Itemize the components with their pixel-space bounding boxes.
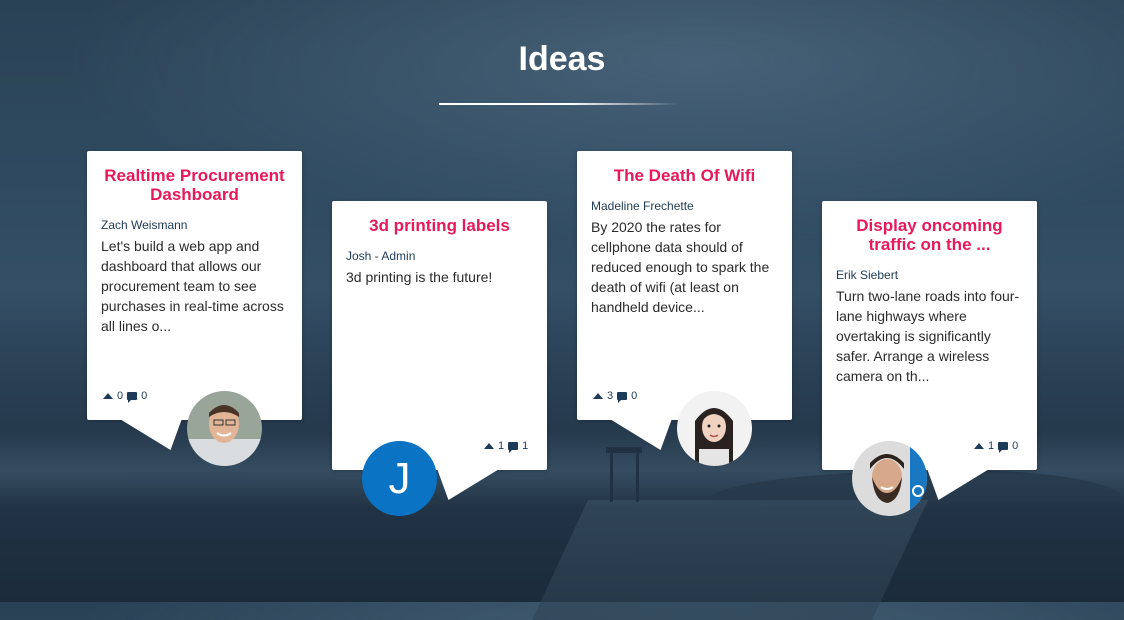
idea-card-1[interactable]: Realtime Procurement Dashboard Zach Weis…: [87, 151, 302, 420]
title-underline: [439, 103, 679, 105]
comment-icon[interactable]: [127, 392, 138, 403]
comment-count: 1: [522, 440, 529, 452]
idea-card-4[interactable]: Display oncoming traffic on the ... Erik…: [822, 201, 1037, 470]
background-tower-leg: [636, 452, 639, 502]
avatar-initial: J: [388, 453, 411, 503]
idea-title[interactable]: The Death Of Wifi: [577, 151, 792, 185]
idea-author[interactable]: Madeline Frechette: [591, 199, 778, 213]
idea-stats: 1 1: [484, 440, 529, 453]
upvote-count: 1: [988, 440, 995, 452]
idea-description: By 2020 the rates for cellphone data sho…: [591, 219, 770, 315]
upvote-icon[interactable]: [974, 443, 984, 449]
upvote-count: 0: [117, 390, 124, 402]
comment-icon[interactable]: [998, 442, 1009, 453]
speech-tail: [927, 470, 999, 500]
upvote-icon[interactable]: [593, 393, 603, 399]
idea-description: 3d printing is the future!: [346, 269, 493, 285]
idea-author[interactable]: Josh - Admin: [346, 249, 533, 263]
background-pier: [532, 500, 928, 620]
idea-author[interactable]: Erik Siebert: [836, 268, 1023, 282]
avatar[interactable]: J: [362, 441, 437, 516]
avatar[interactable]: [187, 391, 262, 466]
speech-tail: [600, 420, 672, 450]
idea-title[interactable]: Display oncoming traffic on the ...: [822, 201, 1037, 254]
page-title: Ideas: [518, 40, 606, 78]
avatar[interactable]: [852, 441, 927, 516]
idea-description: Turn two-lane roads into four-lane highw…: [836, 288, 1020, 384]
idea-stats: 1 0: [974, 440, 1019, 453]
comment-count: 0: [1012, 440, 1019, 452]
avatar[interactable]: [677, 391, 752, 466]
comment-icon[interactable]: [508, 442, 519, 453]
idea-title[interactable]: Realtime Procurement Dashboard: [87, 151, 302, 204]
idea-stats: 0 0: [103, 390, 148, 403]
idea-card-3[interactable]: The Death Of Wifi Madeline Frechette By …: [577, 151, 792, 420]
upvote-icon[interactable]: [484, 443, 494, 449]
speech-tail: [437, 470, 509, 500]
idea-author[interactable]: Zach Weismann: [101, 218, 288, 232]
upvote-icon[interactable]: [103, 393, 113, 399]
comment-count: 0: [141, 390, 148, 402]
background-tower-leg: [610, 452, 613, 502]
upvote-count: 3: [607, 390, 614, 402]
idea-title[interactable]: 3d printing labels: [332, 201, 547, 235]
idea-card-2[interactable]: 3d printing labels Josh - Admin 3d print…: [332, 201, 547, 470]
idea-description: Let's build a web app and dashboard that…: [101, 238, 284, 334]
idea-stats: 3 0: [593, 390, 638, 403]
comment-icon[interactable]: [617, 392, 628, 403]
speech-tail: [110, 420, 182, 450]
comment-count: 0: [631, 390, 638, 402]
upvote-count: 1: [498, 440, 505, 452]
